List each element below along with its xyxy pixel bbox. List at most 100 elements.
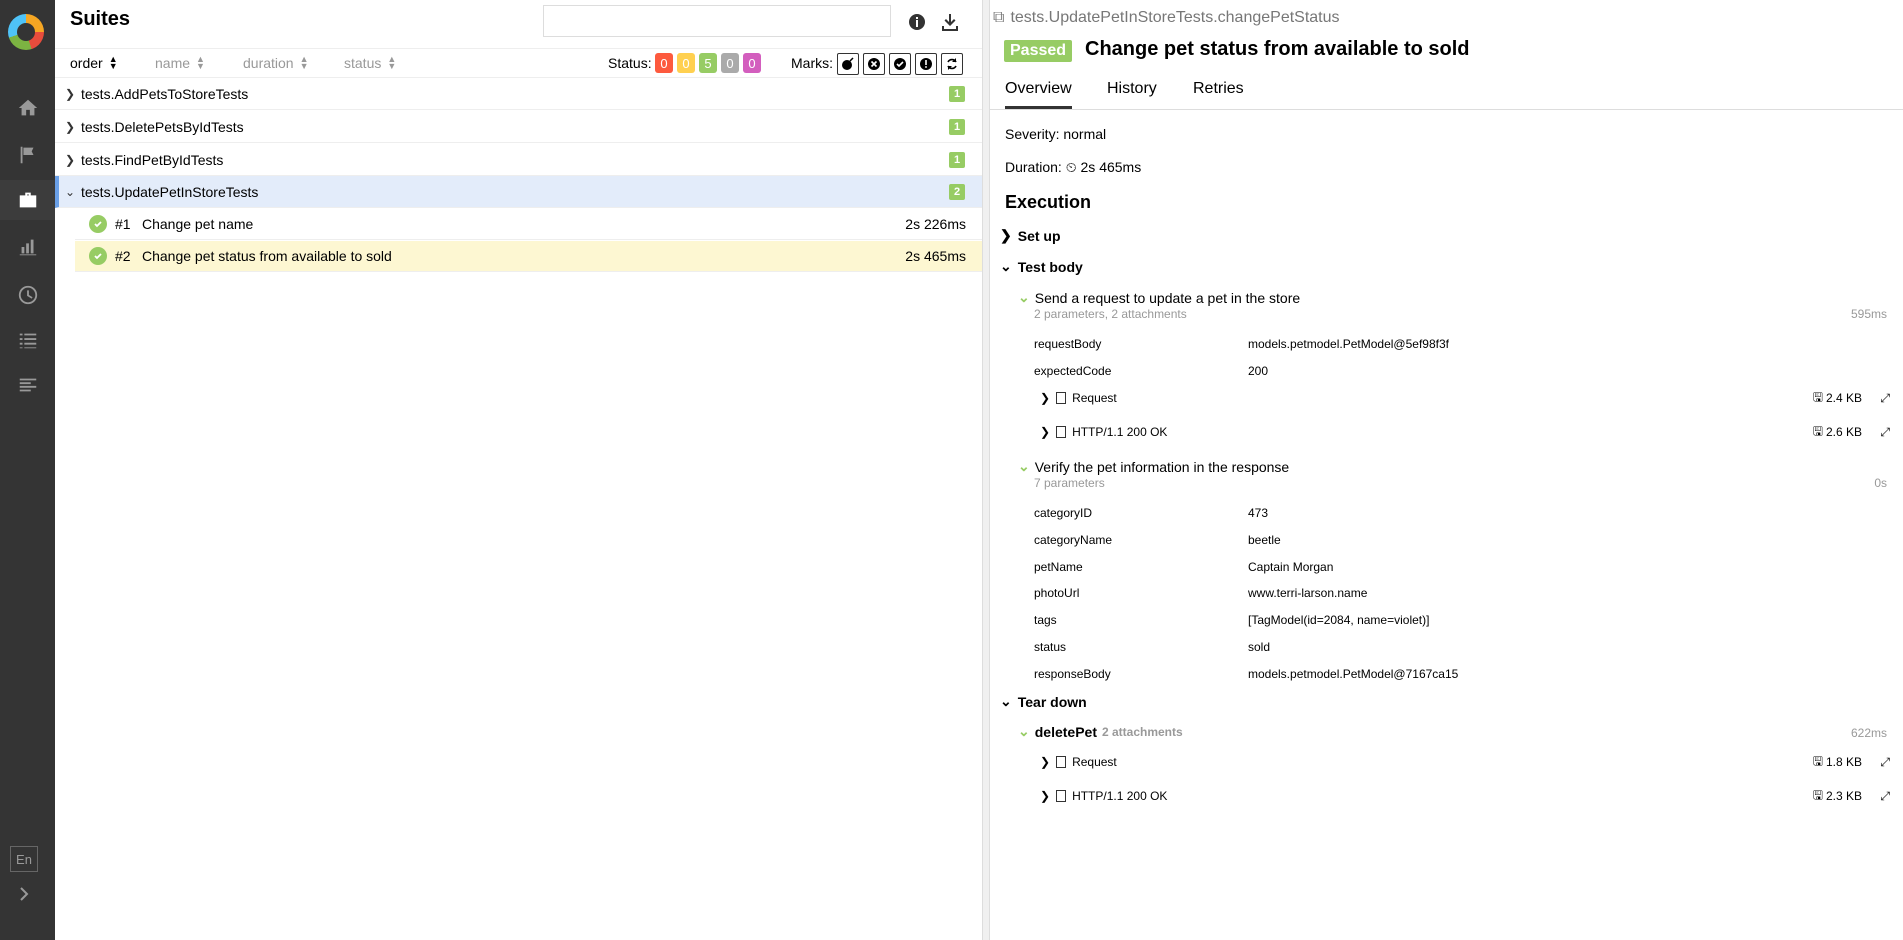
exclamation-circle-icon [920,58,932,70]
attachment-row[interactable]: ❯ Request 🖫 1.8 KB ⤢ [1040,752,1890,772]
test-case-row[interactable]: #1 Change pet name 2s 226ms [75,209,982,240]
bomb-icon [842,57,854,70]
nav-overview[interactable] [0,88,55,128]
param-value: Captain Morgan [1248,560,1334,574]
marks-label: Marks: [791,55,833,71]
sidebar: En [0,0,55,940]
nav-categories[interactable] [0,135,55,175]
sort-arrows-icon: ▲ ▼ [108,54,118,71]
status-unknown-toggle[interactable]: 0 [743,53,761,73]
attachment-row[interactable]: ❯ Request 🖫 2.4 KB ⤢ [1040,388,1890,408]
sort-arrows-icon: ▲ ▼ [387,54,397,71]
save-icon: 🖫 [1812,389,1823,404]
test-body-section[interactable]: ⌄ Test body [1000,258,1083,275]
suite-row-selected[interactable]: ⌄ tests.UpdatePetInStoreTests 2 [55,176,982,208]
status-failed-toggle[interactable]: 0 [655,53,673,73]
param-value: www.terri-larson.name [1248,586,1368,600]
times-circle-icon [868,58,880,70]
chevron-down-icon: ⌄ [1000,693,1012,709]
test-case-name: Change pet name [142,216,254,232]
suite-row[interactable]: ❯ tests.FindPetByIdTests 1 [55,144,982,176]
step-verify-pet[interactable]: ⌄ Verify the pet information in the resp… [1018,458,1289,475]
search-input[interactable] [543,5,891,37]
step-delete-pet[interactable]: ⌄ deletePet 2 attachments [1018,723,1183,740]
language-button[interactable]: En [10,846,38,872]
mark-new-broken-toggle[interactable] [915,53,937,75]
test-case-name: Change pet status from available to sold [142,248,392,264]
suite-row[interactable]: ❯ tests.DeletePetsByIdTests 1 [55,111,982,143]
test-case-number: #2 [115,248,131,264]
test-case-number: #1 [115,216,131,232]
chevron-right-icon: ❯ [1040,755,1051,769]
tab-history[interactable]: History [1107,80,1157,106]
allure-logo-icon[interactable] [8,14,44,50]
setup-section[interactable]: ❯ Set up [1000,227,1061,244]
status-skipped-toggle[interactable]: 0 [721,53,739,73]
param-value: 473 [1248,506,1269,520]
test-case-row-active[interactable]: #2 Change pet status from available to s… [75,241,982,272]
status-badge: Passed [1004,40,1073,62]
nav-packages[interactable] [0,365,55,405]
param-key: expectedCode [1034,364,1112,378]
suite-name: tests.FindPetByIdTests [81,151,224,168]
mark-new-failed-toggle[interactable] [863,53,885,75]
step-subtitle: 7 parameters [1034,476,1105,490]
attachment-row[interactable]: ❯ HTTP/1.1 200 OK 🖫 2.6 KB ⤢ [1040,422,1890,442]
step-send-request[interactable]: ⌄ Send a request to update a pet in the … [1018,289,1300,306]
suite-count-badge: 1 [949,152,965,168]
param-value: sold [1248,640,1271,654]
mark-retries-toggle[interactable] [941,53,963,75]
sort-arrows-icon: ▲ ▼ [299,54,309,71]
sort-order[interactable]: order ▲ ▼ [70,54,118,72]
param-value: beetle [1248,533,1281,547]
sort-arrows-icon: ▲ ▼ [196,54,205,71]
test-case-duration: 2s 226ms [905,216,966,232]
tear-down-section[interactable]: ⌄ Tear down [1000,693,1087,710]
sort-bar: order ▲ ▼ name ▲ ▼ duration ▲ ▼ status ▲ ▼ S… [55,48,982,78]
param-key: tags [1034,613,1057,627]
fullscreen-icon[interactable]: ⤢ [1880,789,1890,804]
chevron-right-icon: ❯ [1000,227,1012,243]
param-key: categoryID [1034,506,1093,520]
tab-overview[interactable]: Overview [1005,80,1072,109]
nav-behaviors[interactable] [0,320,55,360]
tab-retries[interactable]: Retries [1193,80,1244,106]
fullscreen-icon[interactable]: ⤢ [1880,755,1890,770]
status-broken-toggle[interactable]: 0 [677,53,695,73]
chevron-right-icon: ❯ [1040,391,1051,405]
nav-suites[interactable] [0,180,55,220]
mark-new-passed-toggle[interactable] [889,53,911,75]
step-duration: 622ms [1850,726,1887,740]
fullscreen-icon[interactable]: ⤢ [1880,391,1890,406]
step-subtitle: 2 parameters, 2 attachments [1034,307,1187,321]
info-icon[interactable] [907,12,927,32]
passed-check-icon [89,215,107,233]
sort-name[interactable]: name ▲ ▼ [155,54,205,72]
briefcase-icon [19,192,36,208]
param-key: petName [1034,560,1083,574]
bar-chart-icon [19,239,36,256]
sort-duration[interactable]: duration ▲ ▼ [243,54,309,72]
duration: Duration: ⏲ 2s 465ms [1005,159,1142,175]
expand-sidebar-icon[interactable] [14,884,34,904]
copy-icon[interactable]: ⧉ [993,9,1004,27]
mark-flaky-toggle[interactable] [837,53,859,75]
chevron-down-icon: ⌄ [65,184,76,199]
attachment-row[interactable]: ❯ HTTP/1.1 200 OK 🖫 2.3 KB ⤢ [1040,786,1890,806]
chevron-right-icon: ❯ [65,119,76,134]
nav-timeline[interactable] [0,275,55,315]
suite-row[interactable]: ❯ tests.AddPetsToStoreTests 1 [55,78,982,110]
param-key: categoryName [1034,533,1113,547]
pane-splitter[interactable] [982,0,990,940]
suite-count-badge: 2 [949,184,965,200]
nav-graphs[interactable] [0,227,55,267]
suite-count-badge: 1 [949,86,965,102]
status-passed-toggle[interactable]: 5 [699,53,717,73]
result-tabs: Overview History Retries [990,74,1903,110]
suites-pane: Suites order ▲ ▼ name ▲ ▼ duration ▲ ▼ stat… [55,0,982,940]
sort-status[interactable]: status ▲ ▼ [344,54,397,72]
fullscreen-icon[interactable]: ⤢ [1880,425,1890,440]
test-case-title: Change pet status from available to sold [1085,38,1470,60]
suite-count-badge: 1 [949,119,965,135]
download-icon[interactable] [940,12,960,32]
